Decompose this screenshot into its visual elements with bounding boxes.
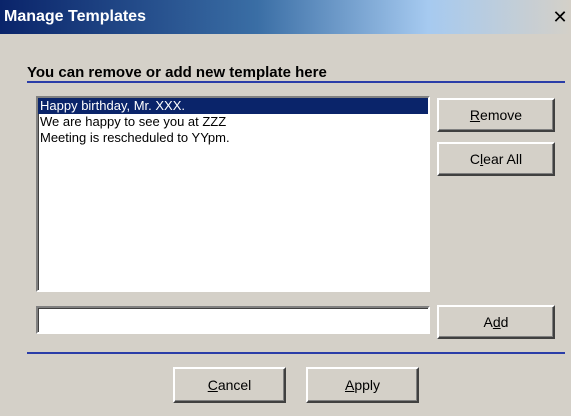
clear-all-button[interactable]: Clear All bbox=[437, 142, 555, 176]
list-item[interactable]: Meeting is rescheduled to YYpm. bbox=[38, 130, 428, 146]
apply-button[interactable]: Apply bbox=[306, 367, 419, 403]
cancel-label-rest: ancel bbox=[217, 377, 252, 393]
template-list[interactable]: Happy birthday, Mr. XXX. We are happy to… bbox=[36, 96, 430, 292]
remove-label-rest: emove bbox=[480, 107, 523, 123]
bottom-divider bbox=[27, 352, 565, 354]
apply-label-rest: pply bbox=[354, 377, 381, 393]
heading-divider bbox=[27, 81, 565, 83]
cancel-mnemonic: C bbox=[207, 377, 218, 393]
list-item[interactable]: We are happy to see you at ZZZ bbox=[38, 114, 428, 130]
clear-all-label-pre: C bbox=[469, 151, 481, 167]
remove-mnemonic: R bbox=[469, 107, 481, 123]
new-template-input[interactable] bbox=[36, 306, 430, 334]
cancel-button[interactable]: Cancel bbox=[173, 367, 286, 403]
section-heading: You can remove or add new template here bbox=[27, 64, 327, 81]
add-label-pre: A bbox=[483, 314, 493, 330]
list-item[interactable]: Happy birthday, Mr. XXX. bbox=[38, 98, 428, 114]
window-title: Manage Templates bbox=[4, 8, 146, 25]
title-bar[interactable]: Manage Templates ✕ bbox=[0, 0, 571, 34]
add-label-rest: d bbox=[500, 314, 509, 330]
remove-button[interactable]: Remove bbox=[437, 98, 555, 132]
apply-mnemonic: A bbox=[344, 377, 355, 393]
close-icon[interactable]: ✕ bbox=[551, 9, 569, 27]
add-mnemonic: d bbox=[492, 314, 501, 330]
manage-templates-dialog: Manage Templates ✕ You can remove or add… bbox=[0, 0, 571, 416]
add-button[interactable]: Add bbox=[437, 305, 555, 339]
clear-all-label-rest: ear All bbox=[483, 151, 523, 167]
